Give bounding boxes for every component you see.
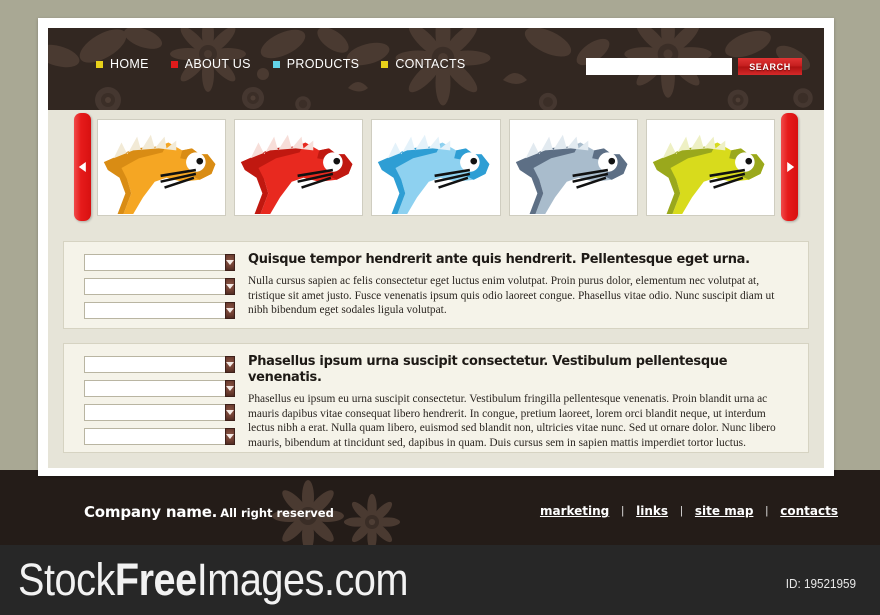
panel-2-field-group — [84, 356, 235, 445]
square-bullet-icon — [96, 60, 103, 68]
dragon-head-yellow-icon — [652, 134, 765, 214]
site-footer: Company name. All right reserved marketin… — [0, 470, 880, 545]
footer-separator: | — [680, 505, 683, 517]
content-panel-1: Quisque tempor hendrerit ante quis hendr… — [63, 241, 809, 329]
panel-1-dropdown-3[interactable] — [84, 302, 235, 319]
panel-1-heading: Quisque tempor hendrerit ante quis hendr… — [248, 251, 750, 267]
rights-label: All right reserved — [220, 506, 334, 520]
page-inner: HOME ABOUT US PRODUCTS CONTACTS SEARCH Q… — [48, 28, 824, 468]
nav-item-label: HOME — [110, 57, 149, 71]
logo-suffix: Images.com — [196, 554, 409, 605]
logo-bold: Free — [114, 554, 197, 605]
footer-link-links[interactable]: links — [636, 504, 668, 518]
chevron-left-icon — [78, 162, 86, 172]
dragon-head-grey-icon — [515, 134, 628, 214]
panel-2-dropdown-3[interactable] — [84, 404, 235, 421]
image-id-label: ID: 19521959 — [785, 576, 856, 591]
footer-link-marketing[interactable]: marketing — [540, 504, 609, 518]
panel-2-dropdown-2[interactable] — [84, 380, 235, 397]
carousel-slide-dragon-head-blue[interactable] — [371, 119, 501, 216]
carousel-slide-dragon-head-red[interactable] — [234, 119, 364, 216]
logo-prefix: Stock — [18, 554, 115, 605]
search-button[interactable]: SEARCH — [738, 58, 802, 75]
panel-2-dropdown-4[interactable] — [84, 428, 235, 445]
panel-1-body: Nulla cursus sapien ac felis consectetur… — [248, 275, 775, 316]
carousel-prev-button[interactable] — [74, 113, 91, 221]
square-bullet-icon — [170, 60, 178, 68]
chevron-down-icon — [226, 308, 234, 313]
chevron-down-icon — [226, 410, 234, 415]
content-panel-2: Phasellus ipsum urna suscipit consectetu… — [63, 343, 809, 453]
page-frame: HOME ABOUT US PRODUCTS CONTACTS SEARCH Q… — [38, 18, 834, 476]
carousel-slides — [97, 119, 776, 216]
chevron-down-icon — [226, 260, 234, 265]
carousel-next-button[interactable] — [781, 113, 798, 221]
panel-2-text: Phasellus ipsum urna suscipit consectetu… — [248, 353, 794, 450]
panel-2-dropdown-1-toggle[interactable] — [225, 356, 235, 373]
nav-item-contacts[interactable]: CONTACTS — [381, 57, 465, 71]
panel-2-dropdown-2-input[interactable] — [84, 380, 225, 397]
carousel-slide-dragon-head-orange[interactable] — [97, 119, 227, 216]
stockfreeimages-logo: StockFreeImages.com — [18, 554, 408, 606]
search-area: SEARCH — [586, 58, 802, 75]
panel-2-dropdown-4-input[interactable] — [84, 428, 225, 445]
panel-1-dropdown-1[interactable] — [84, 254, 235, 271]
chevron-down-icon — [226, 386, 234, 391]
footer-separator: | — [765, 505, 769, 517]
dragon-head-red-icon — [241, 134, 353, 214]
panel-1-dropdown-1-input[interactable] — [84, 254, 225, 271]
panel-1-field-group — [84, 254, 235, 319]
footer-link-site-map[interactable]: site map — [695, 504, 754, 518]
carousel-slide-dragon-head-yellow[interactable] — [645, 119, 776, 216]
footer-separator: | — [621, 505, 625, 517]
panel-1-dropdown-2-toggle[interactable] — [225, 278, 235, 295]
panel-1-dropdown-1-toggle[interactable] — [225, 254, 235, 271]
chevron-down-icon — [226, 362, 234, 367]
panel-2-dropdown-3-toggle[interactable] — [225, 404, 235, 421]
dragon-head-orange-icon — [103, 134, 216, 214]
company-name-label: Company name. — [84, 503, 218, 521]
nav-item-label: PRODUCTS — [286, 57, 360, 71]
panel-2-dropdown-1[interactable] — [84, 356, 235, 373]
chevron-down-icon — [226, 284, 234, 289]
square-bullet-icon — [381, 60, 389, 68]
site-header: HOME ABOUT US PRODUCTS CONTACTS SEARCH — [48, 28, 824, 110]
footer-link-contacts[interactable]: contacts — [780, 504, 838, 518]
chevron-right-icon — [786, 162, 794, 172]
company-copyright: Company name. All right reserved — [84, 502, 334, 521]
search-input[interactable] — [586, 58, 732, 75]
panel-2-dropdown-4-toggle[interactable] — [225, 428, 235, 445]
nav-item-about-us[interactable]: ABOUT US — [170, 57, 251, 71]
nav-item-label: ABOUT US — [184, 57, 251, 71]
product-carousel — [48, 110, 824, 232]
panel-1-dropdown-2-input[interactable] — [84, 278, 225, 295]
panel-2-dropdown-3-input[interactable] — [84, 404, 225, 421]
nav-item-label: CONTACTS — [395, 57, 466, 71]
nav-item-home[interactable]: HOME — [96, 57, 149, 71]
panel-1-dropdown-2[interactable] — [84, 278, 235, 295]
panel-1-dropdown-3-input[interactable] — [84, 302, 225, 319]
main-navigation: HOME ABOUT US PRODUCTS CONTACTS — [96, 57, 466, 71]
chevron-down-icon — [226, 434, 234, 439]
panel-2-dropdown-1-input[interactable] — [84, 356, 225, 373]
footer-links: marketing | links | site map | contacts — [540, 504, 838, 518]
carousel-slide-dragon-head-grey[interactable] — [508, 119, 638, 216]
nav-item-products[interactable]: PRODUCTS — [272, 57, 360, 71]
dragon-head-blue-icon — [378, 134, 490, 214]
panel-1-text: Quisque tempor hendrerit ante quis hendr… — [248, 251, 794, 318]
panel-2-dropdown-2-toggle[interactable] — [225, 380, 235, 397]
panel-1-dropdown-3-toggle[interactable] — [225, 302, 235, 319]
square-bullet-icon — [272, 60, 280, 68]
watermark-bar: StockFreeImages.com ID: 19521959 — [0, 545, 880, 615]
panel-2-body: Phasellus eu ipsum eu urna suscipit cons… — [248, 393, 776, 449]
panel-2-heading: Phasellus ipsum urna suscipit consectetu… — [248, 353, 728, 385]
